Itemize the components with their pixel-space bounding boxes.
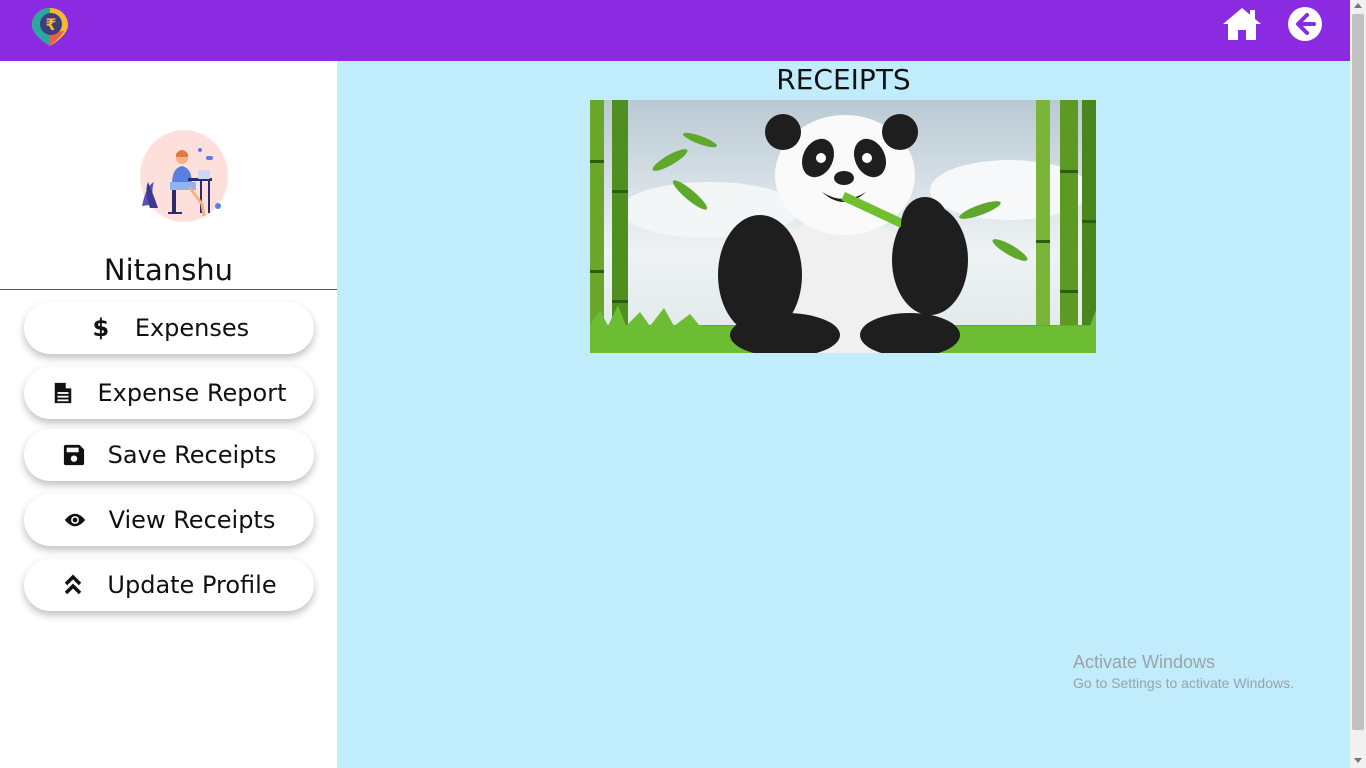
sidebar-item-expenses[interactable]: $ Expenses <box>24 302 314 354</box>
floppy-disk-icon <box>62 443 86 467</box>
receipt-image[interactable] <box>590 100 1096 353</box>
app-logo-icon[interactable]: ₹ <box>30 6 70 48</box>
vertical-scrollbar[interactable] <box>1350 0 1366 768</box>
watermark-title: Activate Windows <box>1073 652 1216 672</box>
eye-icon <box>63 508 87 532</box>
scroll-down-arrow-icon[interactable] <box>1354 758 1362 763</box>
sidebar-item-label: Expense Report <box>97 379 287 407</box>
sidebar: Nitanshu $ Expenses Expense Report Save … <box>0 61 337 768</box>
dollar-icon: $ <box>92 314 110 342</box>
windows-activation-watermark: Activate Windows Go to Settings to activ… <box>1073 652 1294 691</box>
sidebar-item-view-receipts[interactable]: View Receipts <box>24 494 314 546</box>
sidebar-item-label: Save Receipts <box>107 441 277 469</box>
sidebar-item-label: Update Profile <box>107 571 277 599</box>
back-arrow-icon[interactable] <box>1287 6 1323 42</box>
svg-text:₹: ₹ <box>45 15 56 34</box>
sidebar-item-update-profile[interactable]: Update Profile <box>24 559 314 611</box>
top-navbar: ₹ <box>0 0 1350 61</box>
scroll-up-arrow-icon[interactable] <box>1354 3 1362 8</box>
scrollbar-thumb[interactable] <box>1352 14 1364 730</box>
sidebar-item-label: Expenses <box>134 314 250 342</box>
double-chevron-up-icon <box>61 573 85 597</box>
user-name: Nitanshu <box>103 253 234 287</box>
user-avatar <box>132 126 232 226</box>
sidebar-item-expense-report[interactable]: Expense Report <box>24 367 314 419</box>
home-icon[interactable] <box>1221 6 1263 42</box>
sidebar-item-label: View Receipts <box>108 506 276 534</box>
file-text-icon <box>51 381 75 405</box>
sidebar-divider <box>0 289 337 290</box>
watermark-subtitle: Go to Settings to activate Windows. <box>1073 675 1294 691</box>
page-title: RECEIPTS <box>776 63 911 96</box>
sidebar-item-save-receipts[interactable]: Save Receipts <box>24 429 314 481</box>
